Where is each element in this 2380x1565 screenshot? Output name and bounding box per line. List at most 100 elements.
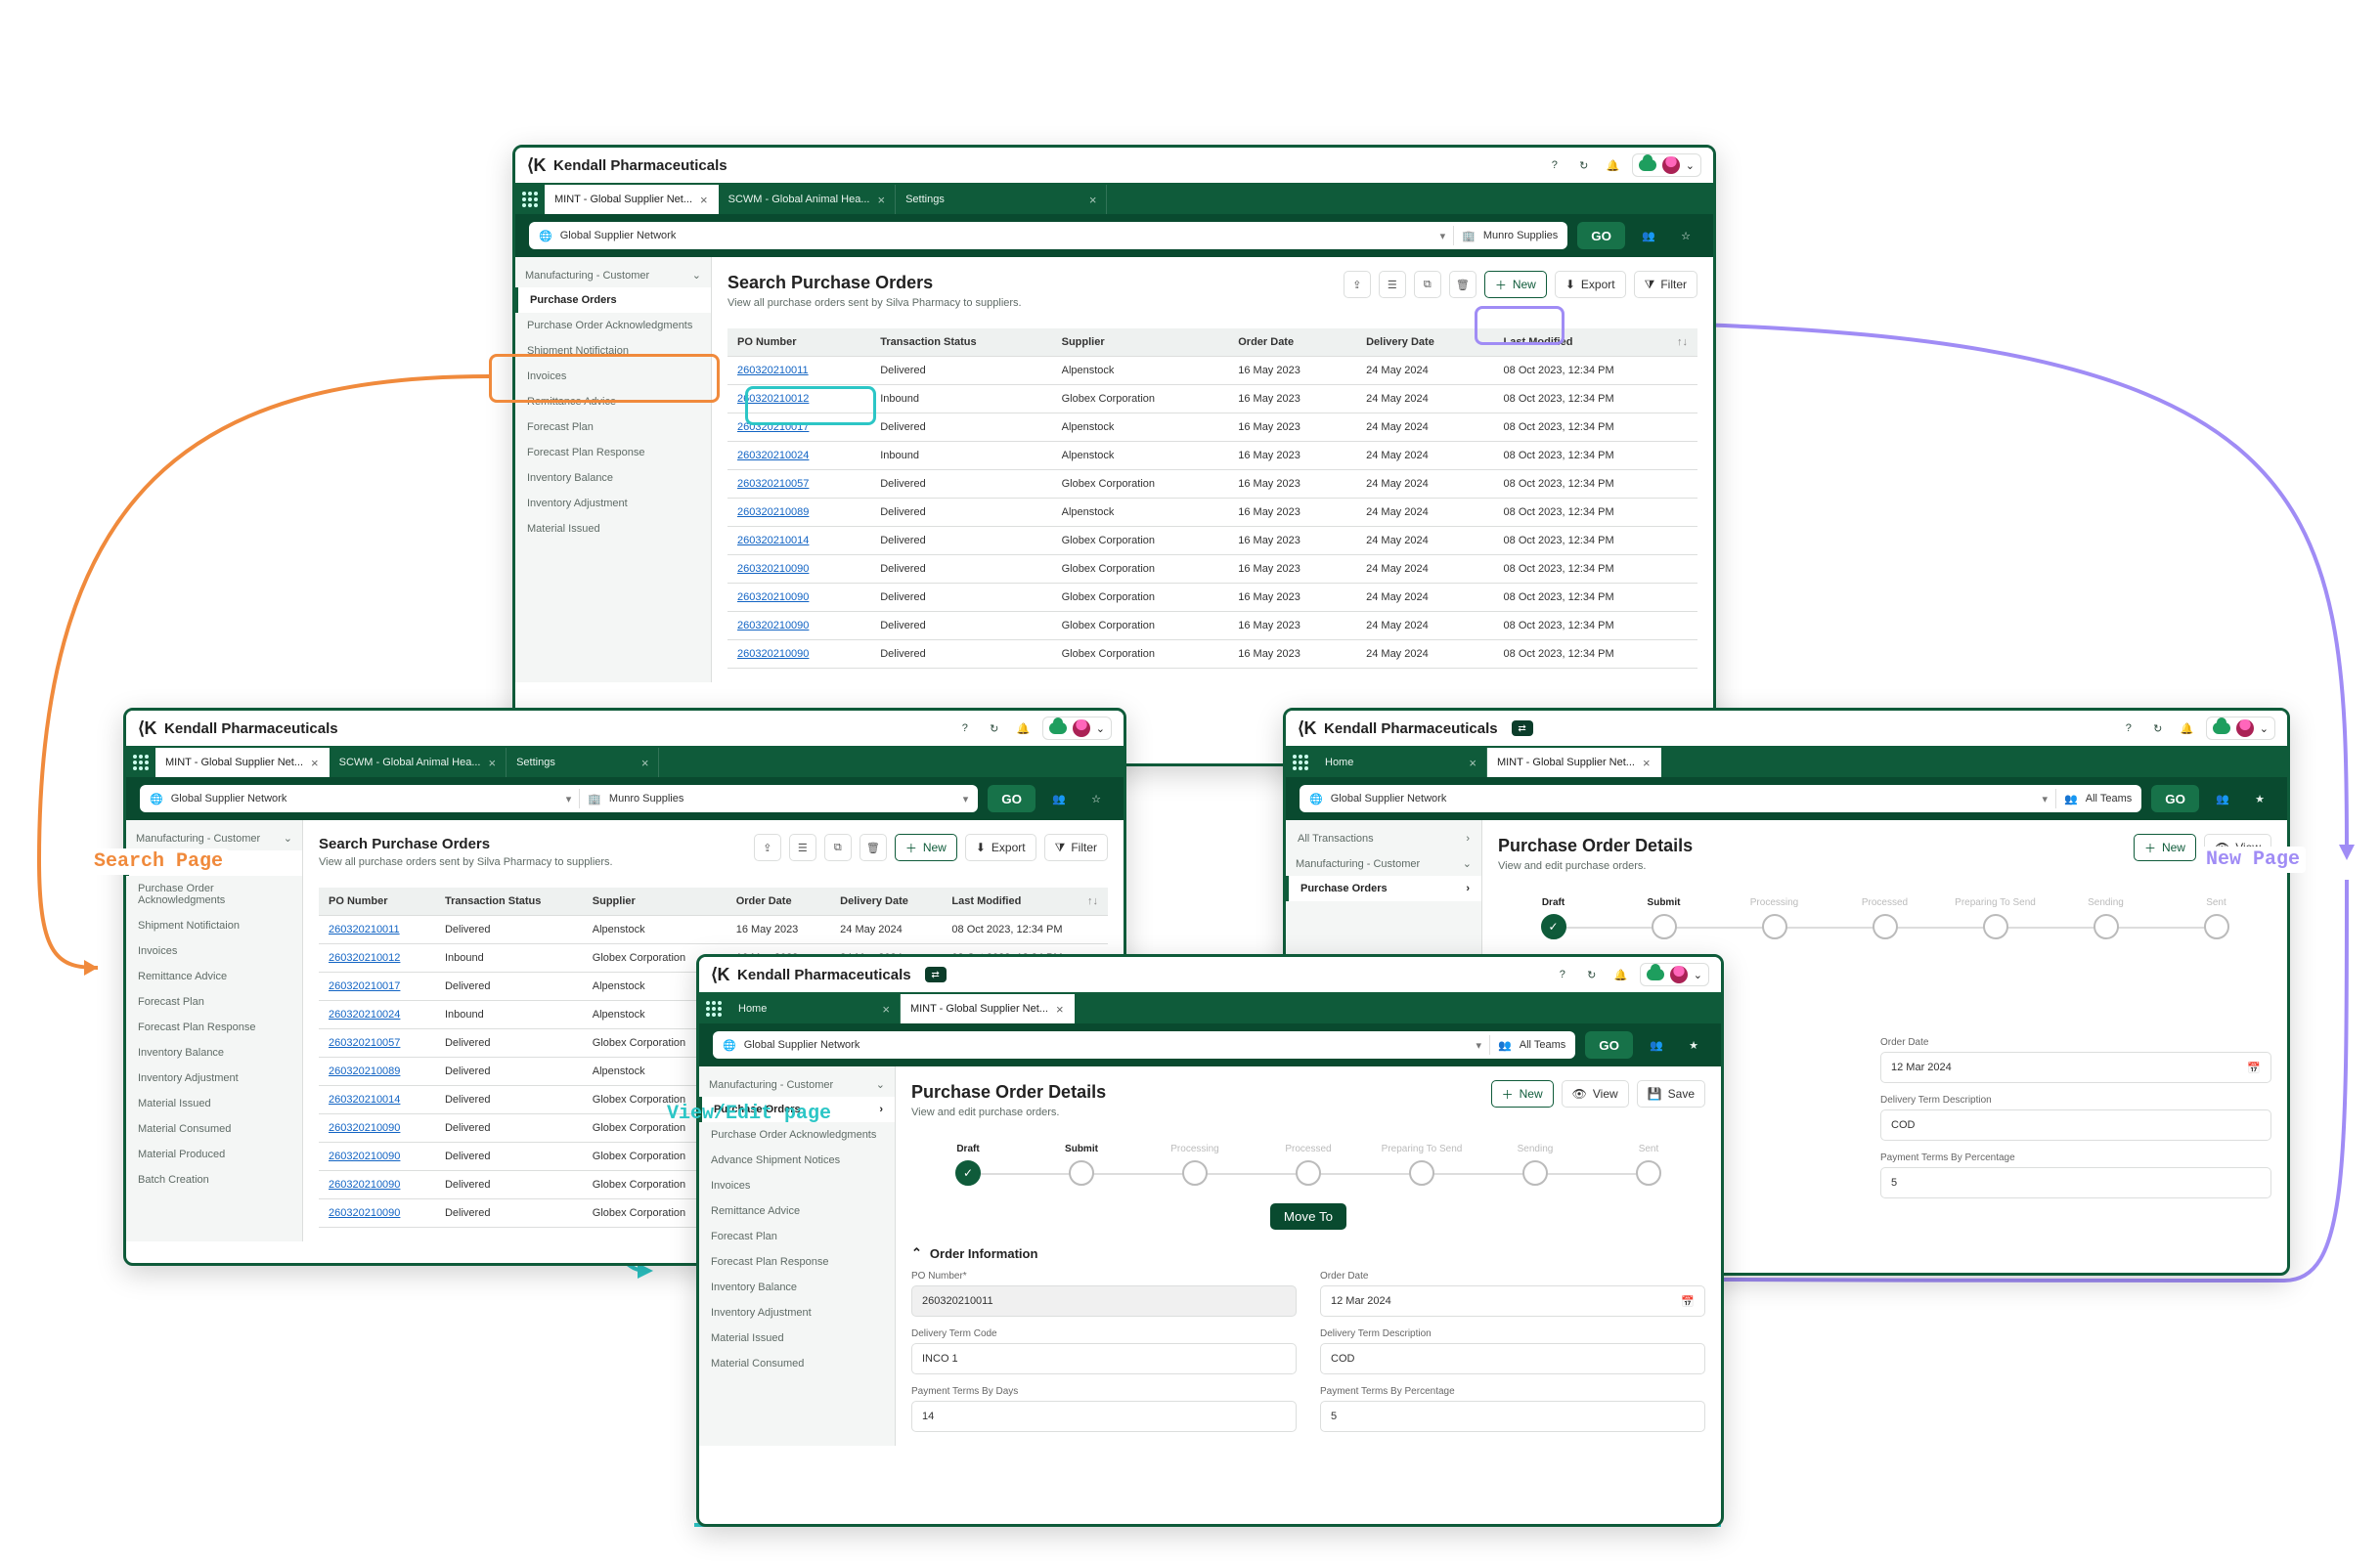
app-launcher-icon[interactable]: [699, 994, 728, 1023]
tab-home[interactable]: Home×: [728, 994, 901, 1023]
export-button[interactable]: ⬇Export: [1555, 271, 1626, 298]
sidebar-section-header[interactable]: Manufacturing - Customer⌄: [699, 1072, 895, 1097]
go-button[interactable]: GO: [2151, 785, 2199, 812]
new-button[interactable]: ＋New: [1491, 1080, 1554, 1108]
team-icon[interactable]: 👥: [1643, 1031, 1670, 1059]
sort-icon[interactable]: ↑↓: [1087, 895, 1098, 907]
star-filled-icon[interactable]: ★: [2246, 785, 2273, 812]
new-button[interactable]: ＋New: [2134, 834, 2196, 861]
sidebar-item-remittance[interactable]: Remittance Advice: [126, 964, 302, 989]
col-delivery-date[interactable]: Delivery Date: [1356, 328, 1493, 357]
team-icon[interactable]: 👥: [1045, 785, 1073, 812]
po-link[interactable]: 260320210014: [737, 535, 809, 546]
po-link[interactable]: 260320210057: [737, 478, 809, 490]
close-icon[interactable]: ×: [700, 194, 708, 206]
tab-home[interactable]: Home×: [1315, 748, 1487, 777]
tab-settings[interactable]: Settings×: [896, 185, 1107, 214]
go-button[interactable]: GO: [988, 785, 1036, 812]
po-link[interactable]: 260320210024: [329, 1009, 400, 1021]
sidebar-item-inv-balance[interactable]: Inventory Balance: [126, 1040, 302, 1065]
po-number-input[interactable]: 260320210011: [911, 1285, 1297, 1317]
help-icon[interactable]: ?: [2118, 717, 2139, 739]
save-button[interactable]: 💾Save: [1637, 1080, 1705, 1108]
sidebar-item-forecast-resp[interactable]: Forecast Plan Response: [515, 440, 711, 465]
ptp-input[interactable]: 5: [1880, 1167, 2271, 1198]
sidebar-item-purchase-orders[interactable]: Purchase Orders: [515, 287, 711, 313]
columns-icon[interactable]: ☰: [1379, 271, 1406, 298]
po-link[interactable]: 260320210090: [329, 1207, 400, 1219]
sidebar-item-inv-balance[interactable]: Inventory Balance: [699, 1275, 895, 1300]
po-link[interactable]: 260320210090: [329, 1151, 400, 1162]
view-button[interactable]: 👁View: [1562, 1080, 1629, 1108]
col-po-number[interactable]: PO Number: [727, 328, 870, 357]
account-menu[interactable]: ⌄: [2206, 717, 2275, 740]
po-link[interactable]: 260320210090: [737, 620, 809, 631]
account-menu[interactable]: ⌄: [1640, 963, 1709, 986]
share-icon[interactable]: ⇪: [754, 834, 781, 861]
tab-mint[interactable]: MINT - Global Supplier Net...×: [901, 994, 1075, 1023]
section-order-info[interactable]: ⌃Order Information: [911, 1245, 1705, 1261]
order-date-input[interactable]: 12 Mar 2024📅: [1320, 1285, 1705, 1317]
filter-button[interactable]: ⧩Filter: [1634, 271, 1697, 298]
dtc-input[interactable]: INCO 1: [911, 1343, 1297, 1374]
sidebar-section-header[interactable]: Manufacturing - Customer⌄: [1286, 851, 1481, 876]
sidebar-item-po-ack[interactable]: Purchase Order Acknowledgments: [515, 313, 711, 338]
sidebar-item-po-ack[interactable]: Purchase Order Acknowledgments: [126, 876, 302, 913]
sidebar-item-asn[interactable]: Advance Shipment Notices: [699, 1148, 895, 1173]
team-icon[interactable]: 👥: [1635, 222, 1662, 249]
account-menu[interactable]: ⌄: [1632, 153, 1701, 177]
delete-icon[interactable]: 🗑: [1449, 271, 1476, 298]
sidebar-item-forecast-resp[interactable]: Forecast Plan Response: [126, 1015, 302, 1040]
scope-selector[interactable]: 🌐Global Supplier Network▾ 🏢Munro Supplie…: [140, 785, 978, 812]
sidebar-item-inv-balance[interactable]: Inventory Balance: [515, 465, 711, 491]
bell-icon[interactable]: 🔔: [2177, 717, 2198, 739]
po-link[interactable]: 260320210090: [737, 591, 809, 603]
po-link[interactable]: 260320210011: [329, 924, 400, 935]
app-launcher-icon[interactable]: [126, 748, 155, 777]
po-link[interactable]: 260320210057: [329, 1037, 400, 1049]
app-launcher-icon[interactable]: [515, 185, 545, 214]
col-status[interactable]: Transaction Status: [870, 328, 1051, 357]
go-button[interactable]: GO: [1585, 1031, 1633, 1059]
copy-icon[interactable]: ⧉: [824, 834, 852, 861]
copy-icon[interactable]: ⧉: [1414, 271, 1441, 298]
tab-mint[interactable]: MINT - Global Supplier Net...×: [155, 748, 330, 777]
sync-icon[interactable]: ↻: [2147, 717, 2169, 739]
sync-icon[interactable]: ↻: [1581, 964, 1603, 985]
help-icon[interactable]: ?: [954, 717, 976, 739]
star-filled-icon[interactable]: ★: [1680, 1031, 1707, 1059]
help-icon[interactable]: ?: [1552, 964, 1573, 985]
sidebar-item-material-issued[interactable]: Material Issued: [699, 1326, 895, 1351]
star-icon[interactable]: ☆: [1672, 222, 1699, 249]
sidebar-item-inv-adjust[interactable]: Inventory Adjustment: [126, 1065, 302, 1091]
sidebar-item-material-produced[interactable]: Material Produced: [126, 1142, 302, 1167]
close-icon[interactable]: ×: [1643, 757, 1651, 769]
tab-scwm[interactable]: SCWM - Global Animal Hea...×: [330, 748, 507, 777]
account-menu[interactable]: ⌄: [1042, 717, 1112, 740]
close-icon[interactable]: ×: [1469, 757, 1476, 769]
sidebar-item-forecast-plan[interactable]: Forecast Plan: [515, 414, 711, 440]
sort-icon[interactable]: ↑↓: [1677, 336, 1688, 348]
close-icon[interactable]: ×: [641, 757, 649, 769]
sidebar-item-invoices[interactable]: Invoices: [699, 1173, 895, 1198]
team-icon[interactable]: 👥: [2209, 785, 2236, 812]
scope-selector[interactable]: 🌐Global Supplier Network▾ 👥All Teams: [713, 1031, 1575, 1059]
col-status[interactable]: Transaction Status: [435, 888, 583, 916]
sidebar-item-inv-adjust[interactable]: Inventory Adjustment: [699, 1300, 895, 1326]
sidebar-section-header[interactable]: Manufacturing - Customer⌄: [515, 263, 711, 287]
close-icon[interactable]: ×: [1089, 194, 1097, 206]
help-icon[interactable]: ?: [1544, 154, 1565, 176]
filter-button[interactable]: ⧩Filter: [1044, 834, 1108, 861]
new-button[interactable]: ＋New: [895, 834, 957, 861]
col-delivery-date[interactable]: Delivery Date: [830, 888, 942, 916]
delete-icon[interactable]: 🗑: [859, 834, 887, 861]
bell-icon[interactable]: 🔔: [1610, 964, 1632, 985]
tab-settings[interactable]: Settings×: [507, 748, 659, 777]
col-po-number[interactable]: PO Number: [319, 888, 435, 916]
sidebar-item-remittance[interactable]: Remittance Advice: [699, 1198, 895, 1224]
po-link[interactable]: 260320210089: [329, 1065, 400, 1077]
sidebar-item-forecast-resp[interactable]: Forecast Plan Response: [699, 1249, 895, 1275]
sidebar-item-purchase-orders[interactable]: Purchase Orders›: [1286, 876, 1481, 901]
col-supplier[interactable]: Supplier: [1052, 328, 1229, 357]
sidebar-item-all-transactions[interactable]: All Transactions›: [1286, 826, 1481, 851]
